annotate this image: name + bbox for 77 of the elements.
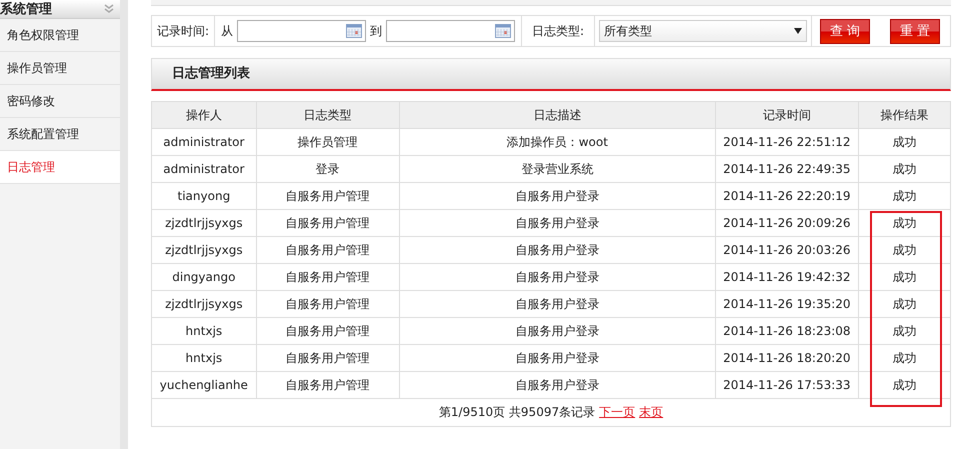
table-cell: 2014-11-26 18:23:08 xyxy=(715,318,858,344)
action-button[interactable]: 重 置 xyxy=(890,18,940,44)
table-cell: administrator xyxy=(152,128,256,156)
table-cell: 成功 xyxy=(858,210,950,236)
date-field[interactable] xyxy=(386,20,516,42)
table-cell: 自服务用户登录 xyxy=(399,210,716,236)
sidebar-item[interactable]: 密码修改 xyxy=(0,85,120,118)
table-cell: 自服务用户管理 xyxy=(256,344,400,372)
table-cell: 登录 xyxy=(256,156,400,182)
calendar-icon[interactable] xyxy=(495,24,512,38)
filter-label: 记录时间: xyxy=(152,16,216,46)
table-cell: 自服务用户管理 xyxy=(256,290,400,318)
table-cell: 登录营业系统 xyxy=(399,156,716,182)
table-cell: 自服务用户登录 xyxy=(399,182,716,210)
from-label: 从 xyxy=(221,22,234,40)
column-header: 操作结果 xyxy=(858,102,950,128)
table-cell: 2014-11-26 22:20:19 xyxy=(715,182,858,210)
table-cell: 自服务用户管理 xyxy=(256,210,400,236)
table-cell: dingyango xyxy=(152,264,256,290)
table-cell: 自服务用户登录 xyxy=(399,236,716,264)
sidebar-item[interactable]: 角色权限管理 xyxy=(0,19,120,52)
table-cell: 自服务用户管理 xyxy=(256,318,400,344)
table-cell: 自服务用户登录 xyxy=(399,344,716,372)
table-cell: 自服务用户管理 xyxy=(256,182,400,210)
table-cell: 成功 xyxy=(858,128,950,156)
pagination-summary: 第1/9510页 共95097条记录 xyxy=(438,404,596,421)
chevron-icon[interactable] xyxy=(104,4,114,14)
log-type-dropdown[interactable]: 所有类型 xyxy=(599,20,808,42)
column-header: 日志描述 xyxy=(399,102,716,128)
table-cell: 2014-11-26 19:42:32 xyxy=(715,264,858,290)
table-cell: 成功 xyxy=(858,344,950,372)
table-cell: 成功 xyxy=(858,156,950,182)
table-cell: 成功 xyxy=(858,264,950,290)
table-cell: 2014-11-26 17:53:33 xyxy=(715,372,858,398)
table-cell: 2014-11-26 20:03:26 xyxy=(715,236,858,264)
table-cell: 2014-11-26 19:35:20 xyxy=(715,290,858,318)
table-cell: 2014-11-26 22:51:12 xyxy=(715,128,858,156)
table-cell: hntxjs xyxy=(152,344,256,372)
table-cell: hntxjs xyxy=(152,318,256,344)
dropdown-arrow-icon xyxy=(794,28,802,34)
sidebar-header: 系统管理 xyxy=(0,0,52,18)
column-header: 操作人 xyxy=(152,102,256,128)
table-cell: tianyong xyxy=(152,182,256,210)
table-cell: 操作员管理 xyxy=(256,128,400,156)
table-cell: administrator xyxy=(152,156,256,182)
table-cell: 自服务用户管理 xyxy=(256,372,400,398)
table-cell: 自服务用户登录 xyxy=(399,372,716,398)
panel-title: 日志管理列表 xyxy=(151,58,951,91)
sidebar-item[interactable]: 日志管理 xyxy=(0,151,120,184)
table-cell: zjzdtlrjjsyxgs xyxy=(152,210,256,236)
table-cell: 自服务用户登录 xyxy=(399,290,716,318)
table-cell: yuchenglianhe xyxy=(152,372,256,398)
sidebar-item[interactable]: 操作员管理 xyxy=(0,52,120,85)
column-header: 日志类型 xyxy=(256,102,400,128)
table-cell: zjzdtlrjjsyxgs xyxy=(152,290,256,318)
date-field[interactable] xyxy=(237,20,366,42)
pagination-link[interactable]: 下一页 xyxy=(599,404,636,421)
to-label: 到 xyxy=(370,22,382,40)
column-header: 记录时间 xyxy=(715,102,858,128)
table-cell: 2014-11-26 20:09:26 xyxy=(715,210,858,236)
table-cell: 添加操作员：woot xyxy=(399,128,716,156)
table-cell: 成功 xyxy=(858,236,950,264)
table-cell: 成功 xyxy=(858,318,950,344)
calendar-icon[interactable] xyxy=(346,24,362,38)
table-cell: 成功 xyxy=(858,290,950,318)
table-cell: 自服务用户管理 xyxy=(256,264,400,290)
table-cell: 成功 xyxy=(858,372,950,398)
pagination-link[interactable]: 末页 xyxy=(639,404,664,421)
table-cell: zjzdtlrjjsyxgs xyxy=(152,236,256,264)
table-cell: 自服务用户登录 xyxy=(399,318,716,344)
table-cell: 2014-11-26 18:20:20 xyxy=(715,344,858,372)
action-button[interactable]: 查 询 xyxy=(820,18,870,44)
table-cell: 自服务用户管理 xyxy=(256,236,400,264)
table-cell: 成功 xyxy=(858,182,950,210)
filter-label: 日志类型: xyxy=(522,16,596,46)
table-cell: 2014-11-26 22:49:35 xyxy=(715,156,858,182)
table-cell: 自服务用户登录 xyxy=(399,264,716,290)
